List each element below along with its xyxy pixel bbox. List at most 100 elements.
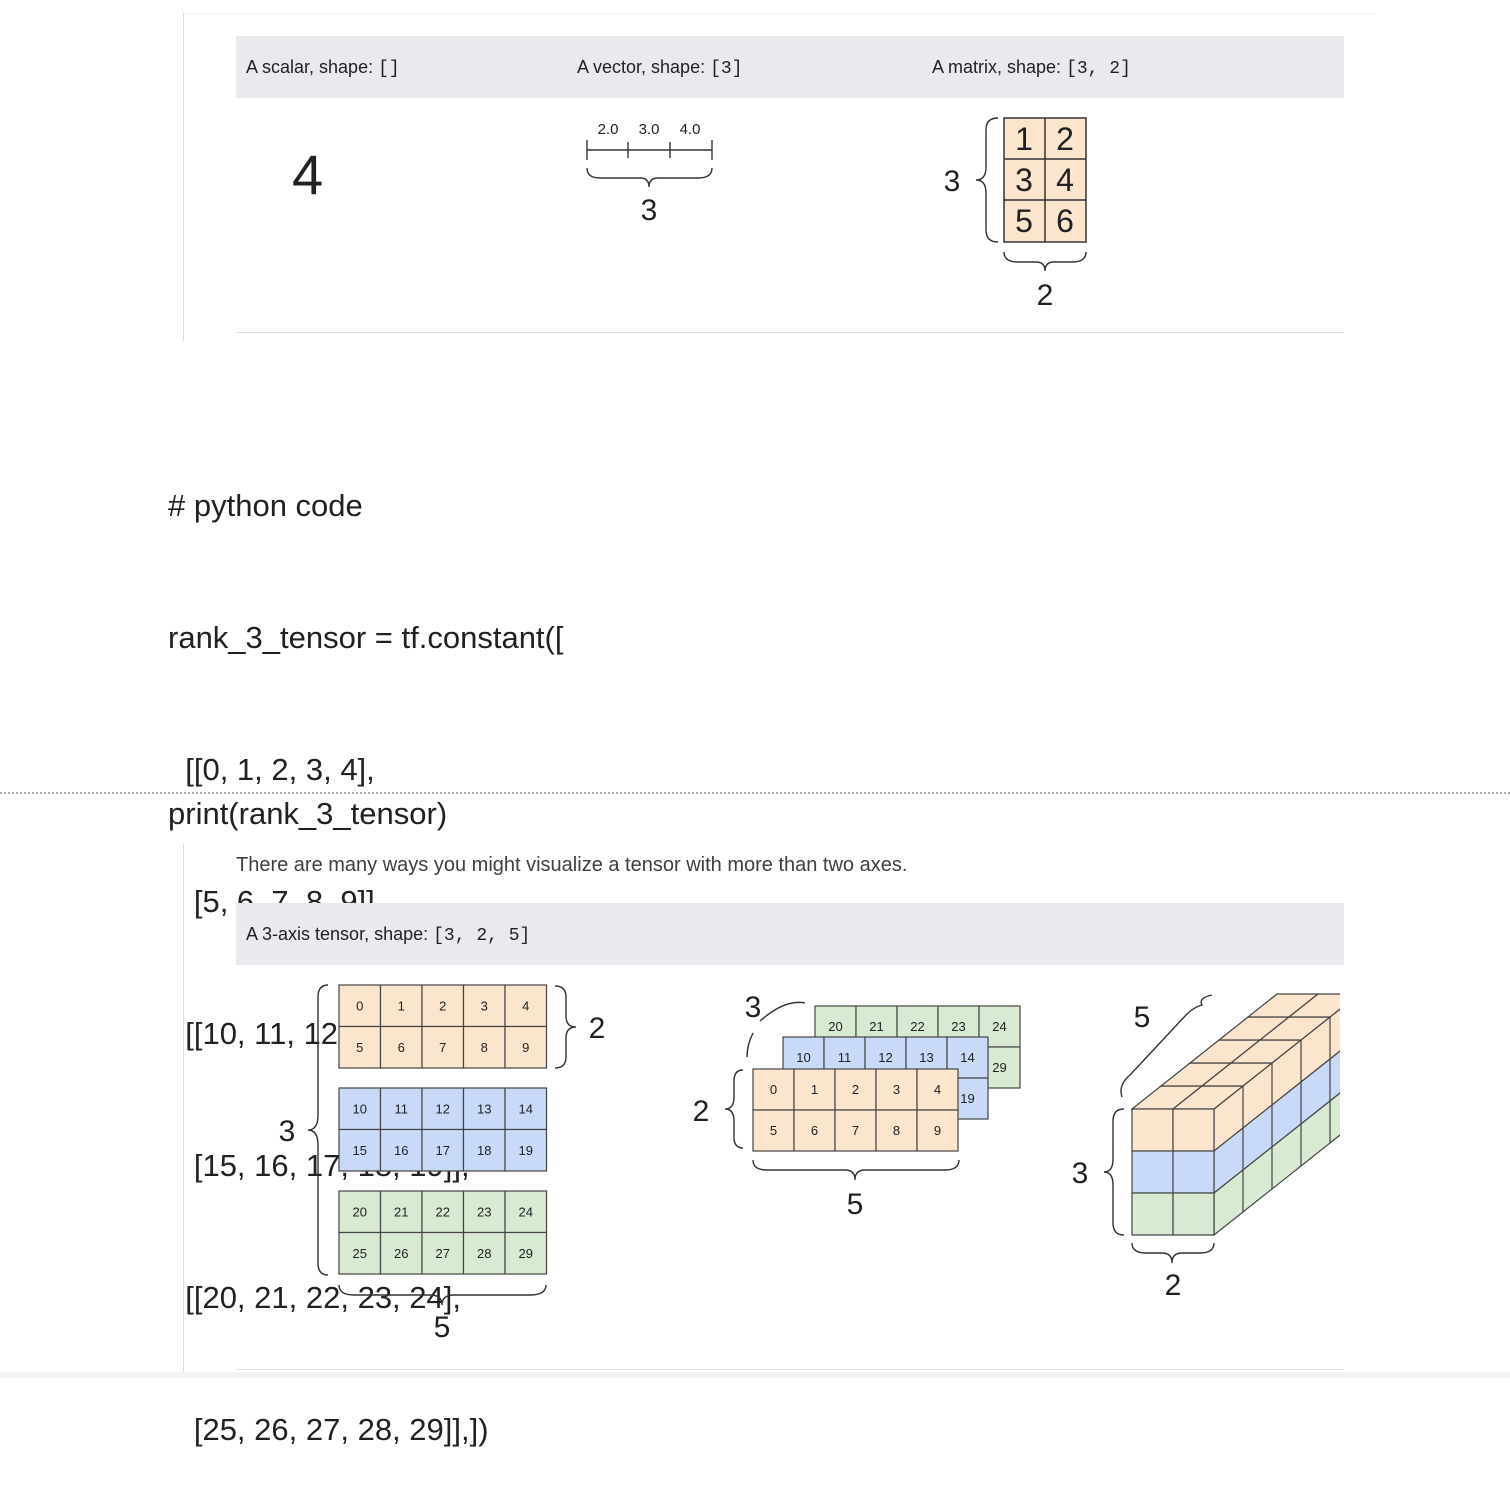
left-rule-bottom (183, 844, 184, 1372)
stack-cell-value: 17 (436, 1143, 450, 1158)
back-layer-cell-value: 24 (992, 1019, 1006, 1034)
stack-cell-value: 13 (477, 1101, 491, 1116)
tensor-header: A 3-axis tensor, shape: [3, 2, 5] (246, 924, 530, 946)
slice-grids: 0 1 2 3 45 6 7 8 910 11 12 13 1415 16 17 18 1920 21 22 23 24… (338, 984, 548, 1275)
back-layer-cell-value: 20 (828, 1019, 842, 1034)
tensor-shape: [3, 2, 5] (433, 926, 531, 946)
vector-header-text: A vector, shape: (577, 57, 711, 77)
matrix-cells: 1 2 3 4 5 6 (1003, 117, 1087, 243)
stack-cell-value: 23 (477, 1204, 491, 1219)
stack-cell-value: 24 (519, 1204, 533, 1219)
back-layer-cell-value: 29 (992, 1060, 1006, 1075)
scalar-value: 4 (292, 143, 324, 206)
stack-cell-value: 14 (519, 1101, 533, 1116)
table-header-row: A scalar, shape: [] A vector, shape: [3]… (236, 36, 1344, 98)
front-layer-cell-value: 4 (934, 1082, 941, 1097)
stack-cell-value: 19 (519, 1143, 533, 1158)
stack-cell-value: 1 (398, 998, 405, 1013)
stack-cell-value: 8 (481, 1040, 488, 1055)
code-line: [25, 26, 27, 28, 29]],]) (168, 1412, 489, 1447)
mid-layer-cell-value: 12 (878, 1050, 892, 1065)
code-line: # python code (168, 488, 363, 523)
vector-header: A vector, shape: [3] (577, 57, 743, 79)
stack-cell-value: 9 (522, 1040, 529, 1055)
stack-cell-value: 2 (439, 998, 446, 1013)
cols-brace (338, 1284, 547, 1306)
stack-cell-value: 10 (353, 1101, 367, 1116)
cols-label: 5 (434, 1311, 451, 1344)
stack-cell-value: 18 (477, 1143, 491, 1158)
stack-cell-value: 20 (353, 1204, 367, 1219)
front-layer-cell-value: 0 (770, 1082, 777, 1097)
stack-cell-value: 11 (395, 1101, 409, 1116)
stack-cell-value: 7 (439, 1040, 446, 1055)
stack-cell-value: 0 (356, 998, 363, 1013)
depth-brace (307, 984, 329, 1276)
back-layer-cell-value: 23 (951, 1019, 965, 1034)
front-layer-cell-value: 7 (852, 1123, 859, 1138)
tensor-table-bottom-rule (236, 1369, 1344, 1370)
layer-grids: 20 21 22 23 242910 11 12 13 14190 1 2 3 45 6 7 8 9 (752, 1005, 1021, 1152)
layered-slices-diagram: 20 21 22 23 242910 11 12 13 14190 1 2 3 45 6 7 8 9 3 2 5 (693, 991, 1021, 1220)
scalar-header: A scalar, shape: [] (246, 57, 400, 79)
cube-front-face (1131, 1150, 1174, 1194)
back-layer-cell-value: 22 (910, 1019, 924, 1034)
mid-layer-cell-value: 11 (838, 1050, 852, 1065)
matrix-header-text: A matrix, shape: (932, 57, 1067, 77)
front-layer-cell-value: 3 (893, 1082, 900, 1097)
stack-cell-value: 15 (353, 1143, 367, 1158)
cube-front-face (1172, 1150, 1215, 1194)
vector-size-label: 3 (641, 194, 658, 227)
code-line: rank_3_tensor = tf.constant([ (168, 620, 564, 655)
cube-front-face (1172, 1192, 1215, 1236)
stack-cell-value: 29 (519, 1246, 533, 1261)
layered-depth-label: 3 (745, 991, 762, 1024)
rows-brace (554, 985, 577, 1069)
stack-cell-value: 25 (353, 1246, 367, 1261)
back-layer-cell-value: 21 (869, 1019, 883, 1034)
matrix-cell: 1 (1015, 121, 1033, 157)
cube-depth-label: 5 (1134, 1001, 1151, 1034)
front-layer-cell-value: 2 (852, 1082, 859, 1097)
stack-cell-value: 28 (477, 1246, 491, 1261)
stack-cell-value: 22 (436, 1204, 450, 1219)
cube-height-label: 3 (1072, 1157, 1089, 1190)
print-line: print(rank_3_tensor) (168, 796, 448, 831)
cube-front-face (1131, 1108, 1174, 1152)
vector-value: 3.0 (639, 121, 660, 138)
cube-front-face (1131, 1192, 1174, 1236)
front-layer-cell-value: 6 (811, 1123, 818, 1138)
description-text: There are many ways you might visualize … (236, 854, 908, 876)
layered-rows-brace (724, 1069, 744, 1149)
cube-width-brace (1131, 1242, 1215, 1264)
scalar-header-text: A scalar, shape: (246, 57, 379, 77)
layered-rows-label: 2 (693, 1095, 710, 1128)
front-layer-cell-value: 1 (811, 1082, 818, 1097)
matrix-shape: [3, 2] (1066, 59, 1131, 79)
matrix-cell: 6 (1056, 203, 1074, 239)
stack-cell-value: 26 (394, 1246, 408, 1261)
mid-layer-cell-value: 10 (796, 1050, 810, 1065)
front-layer-cell-value: 8 (893, 1123, 900, 1138)
cube-blocks (1130, 993, 1340, 1237)
rows-label: 2 (589, 1012, 606, 1045)
table-bottom-rule (236, 332, 1344, 333)
stack-cell-value: 27 (436, 1246, 450, 1261)
scalar-shape: [] (378, 59, 400, 79)
top-divider (183, 13, 1376, 14)
code-line: [[0, 1, 2, 3, 4], (168, 752, 375, 787)
stack-cell-value: 12 (436, 1101, 450, 1116)
layered-cols-label: 5 (847, 1188, 864, 1220)
matrix-cols-label: 2 (1037, 279, 1054, 312)
vector-diagram: 2.0 3.0 4.0 3 (586, 121, 713, 227)
tensor-header-text: A 3-axis tensor, shape: (246, 924, 434, 944)
stack-cell-value: 5 (356, 1040, 363, 1055)
front-layer-cell-value: 9 (934, 1123, 941, 1138)
left-rule-top (183, 13, 184, 341)
mid-layer-cell-value: 14 (960, 1050, 974, 1065)
matrix-cell: 2 (1056, 121, 1074, 157)
matrix-header: A matrix, shape: [3, 2] (932, 57, 1131, 79)
stack-cell-value: 3 (481, 998, 488, 1013)
stack-cell-value: 6 (398, 1040, 405, 1055)
matrix-cell: 3 (1015, 162, 1033, 198)
